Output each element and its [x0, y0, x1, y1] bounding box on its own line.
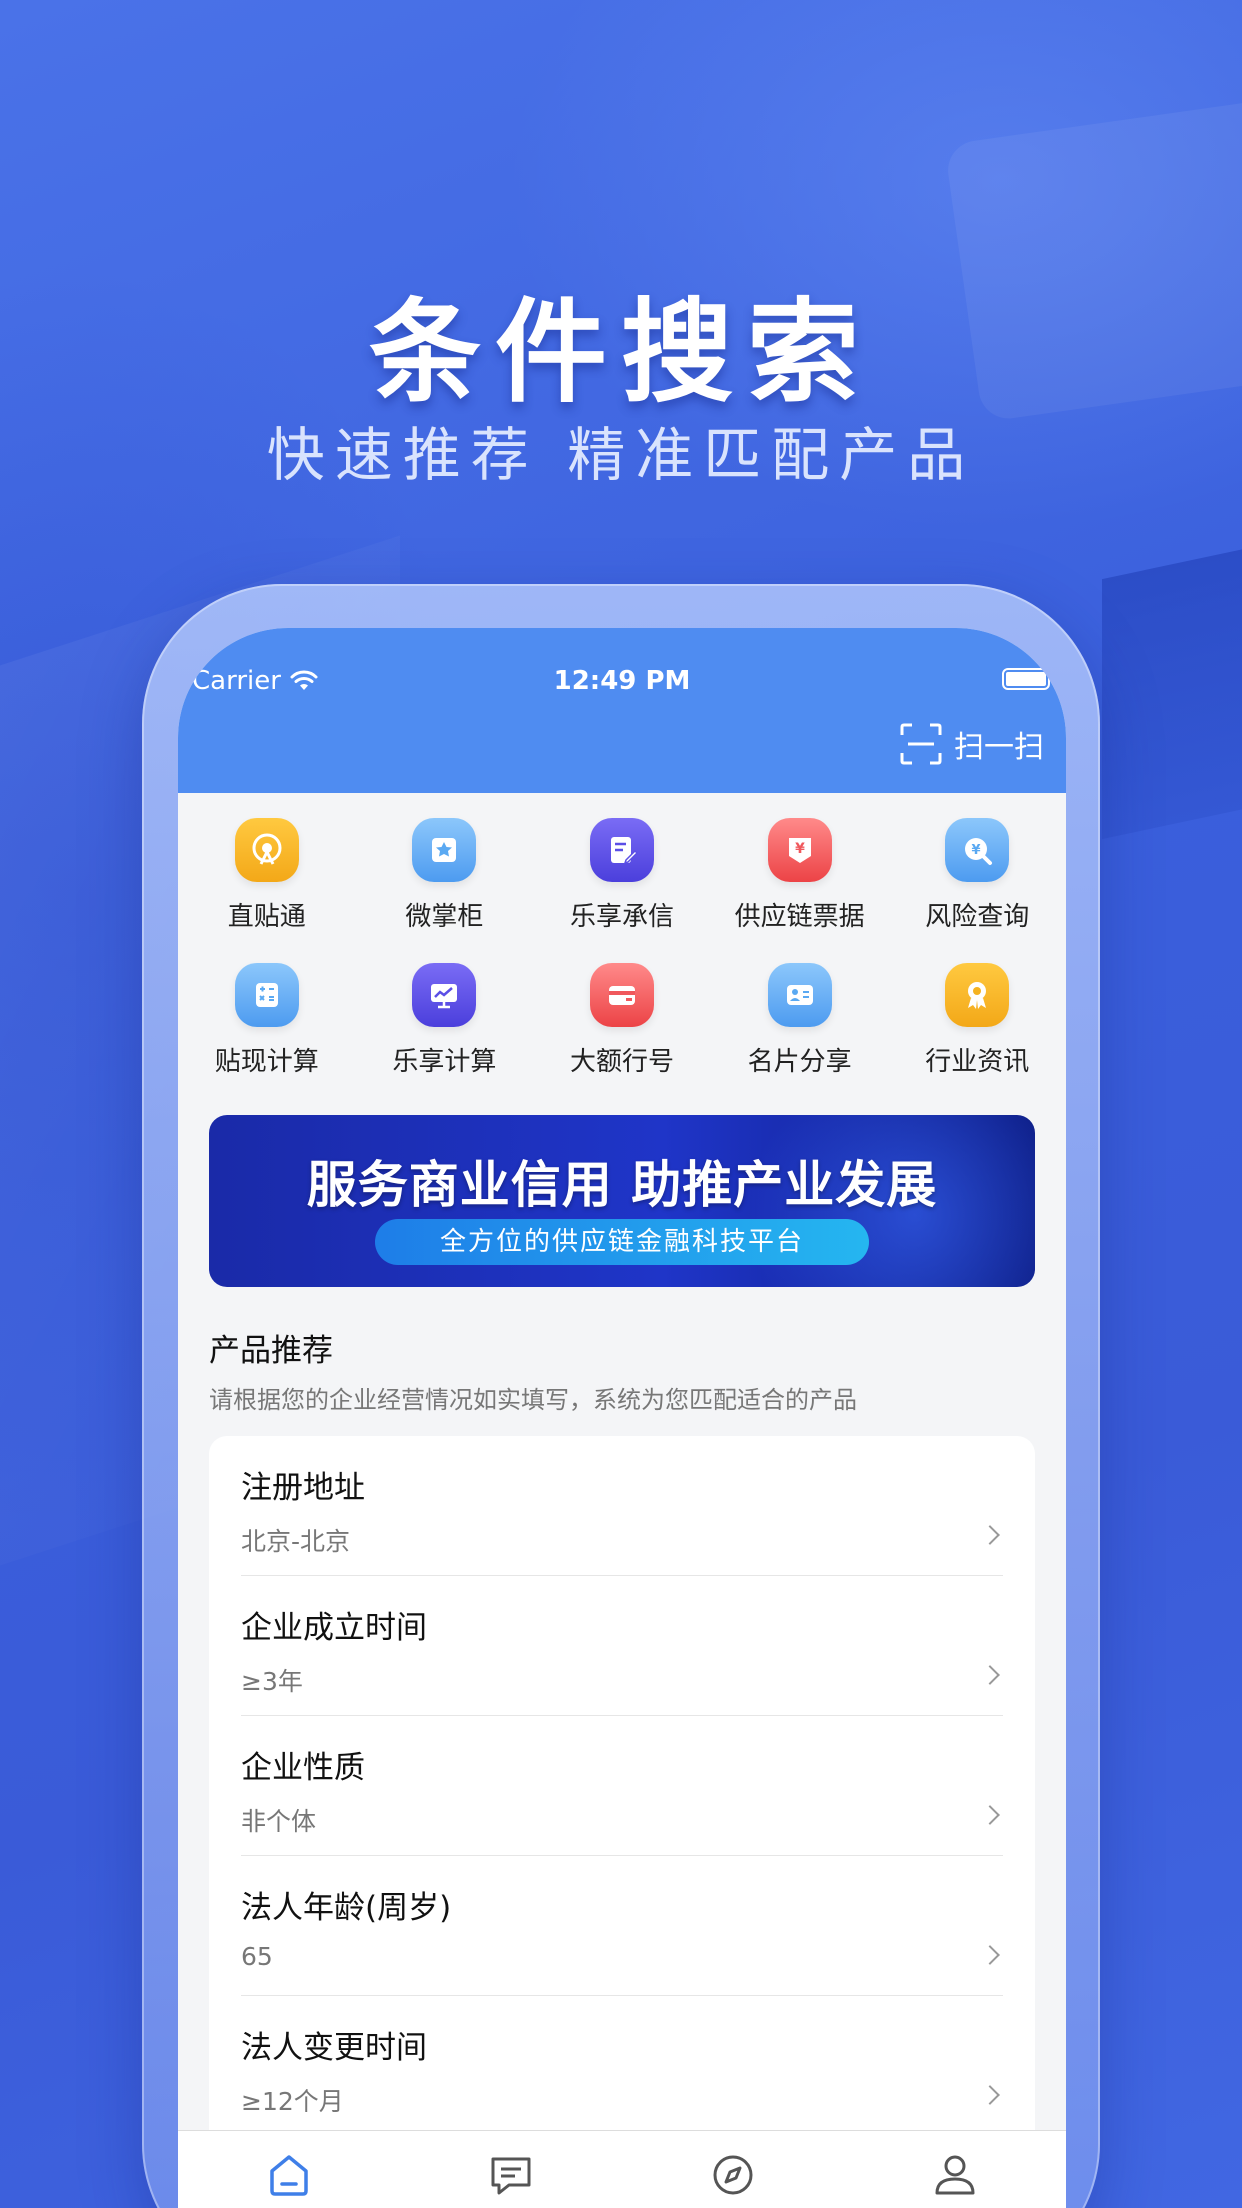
battery-icon — [1002, 668, 1054, 690]
form-row-legal-change[interactable]: 法人变更时间 ≥12个月 — [241, 1996, 1003, 2136]
form-row-established-time[interactable]: 企业成立时间 ≥3年 — [241, 1576, 1003, 1716]
row-value: ≥12个月 — [241, 2087, 344, 2116]
menu-item-label: 大额行号 — [569, 1047, 674, 1077]
menu-item-label: 乐享计算 — [392, 1047, 497, 1077]
menu-item-weizhanggui[interactable]: 微掌柜 — [356, 818, 534, 933]
row-label: 企业成立时间 — [241, 1610, 427, 1646]
phone-screen: Carrier 12:49 PM 扫一扫 直贴通 微掌柜 乐享承信 ¥ 供应链票… — [178, 628, 1066, 2208]
store-icon — [412, 818, 477, 882]
menu-item-daehanghao[interactable]: 大额行号 — [533, 963, 711, 1078]
menu-item-label: 微掌柜 — [405, 902, 484, 932]
trend-chart-icon — [412, 963, 477, 1027]
menu-item-lexiangjisuan[interactable]: 乐享计算 — [356, 963, 534, 1078]
yuan-search-icon: ¥ — [945, 818, 1010, 882]
tab-profile[interactable] — [925, 2145, 985, 2205]
edit-document-icon — [589, 818, 654, 882]
menu-item-gongyinglian[interactable]: ¥ 供应链票据 — [711, 818, 889, 933]
promo-headline: 条件搜索 — [369, 288, 873, 418]
app-header: Carrier 12:49 PM 扫一扫 — [178, 628, 1066, 793]
chevron-right-icon — [980, 2085, 1000, 2105]
menu-item-fengxian[interactable]: ¥ 风险查询 — [888, 818, 1066, 933]
menu-item-label: 贴现计算 — [214, 1047, 319, 1077]
row-value: 北京-北京 — [241, 1527, 351, 1556]
award-icon — [945, 963, 1010, 1027]
row-label: 法人年龄(周岁) — [241, 1890, 452, 1926]
row-value: 65 — [241, 1942, 273, 1971]
menu-item-hangyezixun[interactable]: 行业资讯 — [888, 963, 1066, 1078]
scan-icon — [900, 723, 942, 765]
scan-label: 扫一扫 — [954, 730, 1044, 765]
row-value: ≥3年 — [241, 1667, 303, 1696]
banner-pill: 全方位的供应链金融科技平台 — [375, 1219, 869, 1265]
yuan-ticket-icon: ¥ — [767, 818, 832, 882]
section-subtitle: 请根据您的企业经营情况如实填写，系统为您匹配适合的产品 — [209, 1386, 857, 1414]
row-label: 法人变更时间 — [241, 2030, 427, 2066]
menu-item-label: 供应链票据 — [734, 902, 865, 932]
chevron-right-icon — [980, 1805, 1000, 1825]
card-icon — [589, 963, 654, 1027]
criteria-card: 注册地址 北京-北京 企业成立时间 ≥3年 企业性质 非个体 法人年龄(周岁) … — [209, 1436, 1035, 2196]
row-value: 非个体 — [241, 1807, 317, 1836]
menu-item-label: 乐享承信 — [569, 902, 674, 932]
svg-text:¥: ¥ — [972, 843, 981, 858]
svg-text:¥: ¥ — [795, 841, 805, 857]
row-label: 注册地址 — [241, 1470, 365, 1506]
message-icon — [491, 2157, 531, 2195]
user-icon — [935, 2155, 975, 2195]
menu-item-label: 行业资讯 — [925, 1047, 1030, 1077]
menu-item-lexiangchengxin[interactable]: 乐享承信 — [533, 818, 711, 933]
menu-item-label: 风险查询 — [925, 902, 1030, 932]
row-label: 企业性质 — [241, 1750, 365, 1786]
section-title: 产品推荐 — [209, 1333, 333, 1369]
tab-home[interactable] — [259, 2145, 319, 2205]
menu-item-label: 直贴通 — [227, 902, 306, 932]
menu-item-tiexianjisuan[interactable]: 贴现计算 — [178, 963, 356, 1078]
chevron-right-icon — [980, 1945, 1000, 1965]
status-time: 12:49 PM — [553, 666, 691, 696]
background-decoration — [1102, 540, 1242, 840]
banner-title: 服务商业信用 助推产业发展 — [306, 1156, 938, 1214]
tab-discover[interactable] — [703, 2145, 763, 2205]
status-bar: Carrier 12:49 PM — [178, 660, 1066, 710]
menu-item-mingpian[interactable]: 名片分享 — [711, 963, 889, 1078]
chevron-right-icon — [980, 1525, 1000, 1545]
form-row-company-type[interactable]: 企业性质 非个体 — [241, 1716, 1003, 1856]
form-row-legal-age[interactable]: 法人年龄(周岁) 65 — [241, 1856, 1003, 1996]
tab-messages[interactable] — [481, 2145, 541, 2205]
menu-item-label: 名片分享 — [747, 1047, 852, 1077]
compass-icon — [713, 2155, 753, 2195]
scan-button[interactable]: 扫一扫 — [900, 722, 1044, 766]
form-row-registered-address[interactable]: 注册地址 北京-北京 — [241, 1436, 1003, 1576]
promo-banner[interactable]: 服务商业信用 助推产业发展 全方位的供应链金融科技平台 — [209, 1115, 1035, 1287]
quick-menu: 直贴通 微掌柜 乐享承信 ¥ 供应链票据 ¥ 风险查询 贴现计算 乐享计算 大额… — [178, 818, 1066, 1078]
chevron-right-icon — [980, 1665, 1000, 1685]
menu-item-zhitietong[interactable]: 直贴通 — [178, 818, 356, 933]
promo-subline: 快速推荐 精准匹配产品 — [266, 421, 976, 489]
calculator-icon — [234, 963, 299, 1027]
contact-card-icon — [767, 963, 832, 1027]
signal-icon — [234, 818, 299, 882]
home-icon — [270, 2155, 308, 2196]
tab-bar — [178, 2130, 1066, 2208]
